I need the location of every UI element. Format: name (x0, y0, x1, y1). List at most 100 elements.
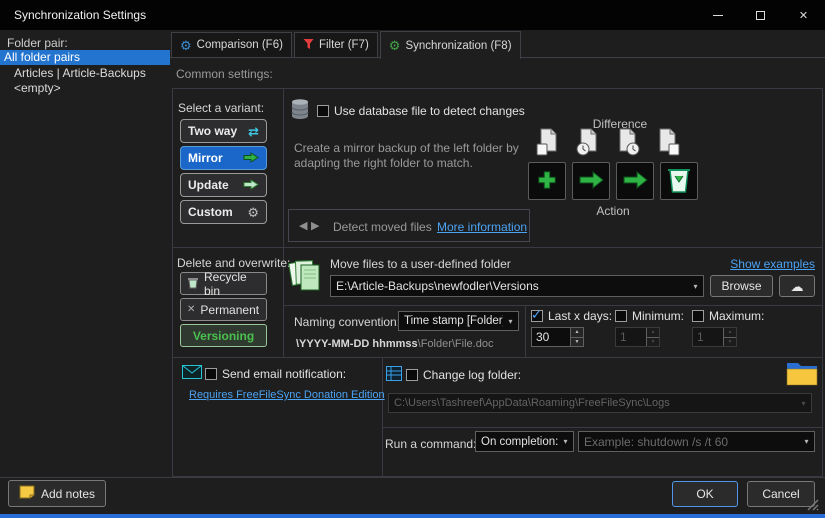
dropdown-icon: ▾ (796, 399, 811, 408)
log-folder-button[interactable] (786, 360, 818, 390)
spin-up-button: ▲ (647, 328, 659, 338)
divider (284, 305, 823, 306)
divider (382, 358, 383, 477)
variant-update-label: Update (188, 178, 229, 192)
ok-button[interactable]: OK (672, 481, 738, 507)
folder-pair-item-empty[interactable]: <empty> (0, 81, 170, 96)
cancel-button[interactable]: Cancel (747, 481, 815, 507)
spin-down-button[interactable]: ▼ (571, 338, 583, 347)
move-files-label: Move files to a user-defined folder (330, 257, 511, 271)
add-notes-label: Add notes (41, 487, 95, 501)
variant-update-button[interactable]: Update (180, 173, 267, 197)
recycle-bin-button[interactable]: Recycle bin (180, 272, 267, 295)
minimum-spinner: 1 ▲▼ (615, 327, 660, 347)
command-when-combo[interactable]: On completion: ▾ (475, 431, 574, 452)
comparison-gear-icon: ⚙ (180, 39, 192, 52)
taskbar-edge (0, 514, 825, 518)
maximize-button[interactable] (739, 0, 782, 30)
permanent-button[interactable]: ✕ Permanent (180, 298, 267, 321)
folder-pair-label: Folder pair: (7, 36, 68, 50)
folder-icon (786, 360, 818, 387)
versioning-button[interactable]: Versioning (180, 324, 267, 347)
update-arrow-icon (243, 179, 259, 192)
mirror-arrow-icon (243, 152, 259, 165)
tab-filter-label: Filter (F7) (319, 39, 369, 51)
detect-moved-files-box: ◀ ▶ Detect moved files More information (288, 209, 530, 242)
diff-left-newer-icon (576, 128, 600, 159)
variant-custom-label: Custom (188, 205, 233, 219)
command-input[interactable] (579, 435, 799, 449)
naming-example-suffix: \Folder\File.doc (418, 338, 494, 350)
tab-synchronization[interactable]: ⚙ Synchronization (F8) (380, 31, 521, 59)
envelope-icon (182, 365, 202, 382)
divider (173, 247, 822, 248)
checkbox-box (317, 105, 329, 117)
green-right-arrow-icon (578, 171, 604, 192)
last-x-days-checkbox[interactable]: ✓ Last x days: (531, 309, 612, 323)
common-settings-label: Common settings: (176, 67, 273, 81)
change-log-folder-checkbox[interactable]: Change log folder: (406, 368, 521, 382)
show-examples-link[interactable]: Show examples (730, 257, 815, 271)
diff-right-newer-icon (616, 128, 640, 159)
naming-convention-combo[interactable]: Time stamp [Folder] ▾ (398, 311, 519, 331)
minimum-checkbox[interactable]: Minimum: (615, 309, 684, 323)
folder-pair-item-articles[interactable]: Articles | Article-Backups (0, 66, 170, 81)
check-icon: ✓ (531, 307, 542, 323)
minimize-button[interactable] (696, 0, 739, 30)
add-notes-button[interactable]: Add notes (8, 480, 106, 507)
checkbox-box: ✓ (531, 310, 543, 322)
spin-up-button[interactable]: ▲ (571, 328, 583, 338)
checkbox-box (692, 310, 704, 322)
browse-label: Browse (721, 279, 761, 293)
maximum-checkbox[interactable]: Maximum: (692, 309, 764, 323)
titlebar[interactable]: Synchronization Settings ✕ (0, 0, 825, 30)
action-create-button[interactable] (528, 162, 566, 200)
settings-tabs: ⚙ Comparison (F6) Filter (F7) ⚙ Synchron… (171, 31, 521, 59)
detect-moved-files-label[interactable]: Detect moved files (333, 220, 432, 234)
last-x-days-spinner[interactable]: 30 ▲▼ (531, 327, 584, 347)
close-icon: ✕ (799, 9, 808, 22)
tab-filter[interactable]: Filter (F7) (294, 32, 378, 58)
synchronization-gear-icon: ⚙ (389, 39, 401, 52)
checkbox-box (205, 368, 217, 380)
close-button[interactable]: ✕ (782, 0, 825, 30)
dropdown-icon[interactable]: ▾ (558, 437, 573, 446)
last-x-days-value: 30 (532, 328, 570, 346)
dropdown-icon[interactable]: ▾ (799, 437, 814, 446)
command-combo[interactable]: ▾ (578, 431, 815, 452)
variant-description: Create a mirror backup of the left folde… (294, 141, 539, 171)
resize-grip[interactable] (806, 498, 819, 514)
donation-edition-link[interactable]: Requires FreeFileSync Donation Edition (189, 389, 385, 401)
action-delete-button[interactable] (660, 162, 698, 200)
log-folder-combo: C:\Users\Tashreef\AppData\Roaming\FreeFi… (388, 393, 812, 413)
dropdown-icon[interactable]: ▾ (688, 282, 703, 291)
green-right-arrow-icon (622, 171, 648, 192)
minimum-label: Minimum: (632, 309, 684, 323)
send-email-checkbox[interactable]: Send email notification: (205, 367, 346, 381)
action-update-left-button[interactable] (572, 162, 610, 200)
versioning-folder-combo[interactable]: E:\Article-Backups\newfodler\Versions ▾ (330, 275, 704, 297)
tab-comparison[interactable]: ⚙ Comparison (F6) (171, 32, 292, 58)
send-email-label: Send email notification: (222, 367, 346, 381)
custom-gear-icon: ⚙ (247, 206, 259, 219)
minimize-icon (713, 15, 723, 16)
variant-custom-button[interactable]: Custom ⚙ (180, 200, 267, 224)
versioning-label: Versioning (193, 329, 254, 343)
action-update-right-button[interactable] (616, 162, 654, 200)
dropdown-icon[interactable]: ▾ (503, 317, 518, 326)
naming-example-prefix: \YYYY-MM-DD hhmmss (296, 338, 418, 350)
delete-overwrite-label: Delete and overwrite: (177, 256, 290, 270)
action-buttons (528, 162, 698, 200)
folder-pair-item-all[interactable]: All folder pairs (0, 50, 170, 65)
variant-two-way-button[interactable]: Two way ⇄ (180, 119, 267, 143)
browse-button[interactable]: Browse (710, 275, 773, 297)
cloud-button[interactable]: ☁ (779, 275, 815, 297)
footer-divider (0, 477, 825, 478)
naming-convention-label: Naming convention: (294, 315, 400, 329)
moved-left-icon: ◀ (299, 219, 306, 232)
difference-icons (536, 128, 680, 159)
variant-mirror-button[interactable]: Mirror (180, 146, 267, 170)
more-information-link[interactable]: More information (437, 220, 527, 234)
use-database-checkbox[interactable]: Use database file to detect changes (317, 104, 525, 118)
spin-down-button: ▼ (724, 338, 736, 347)
